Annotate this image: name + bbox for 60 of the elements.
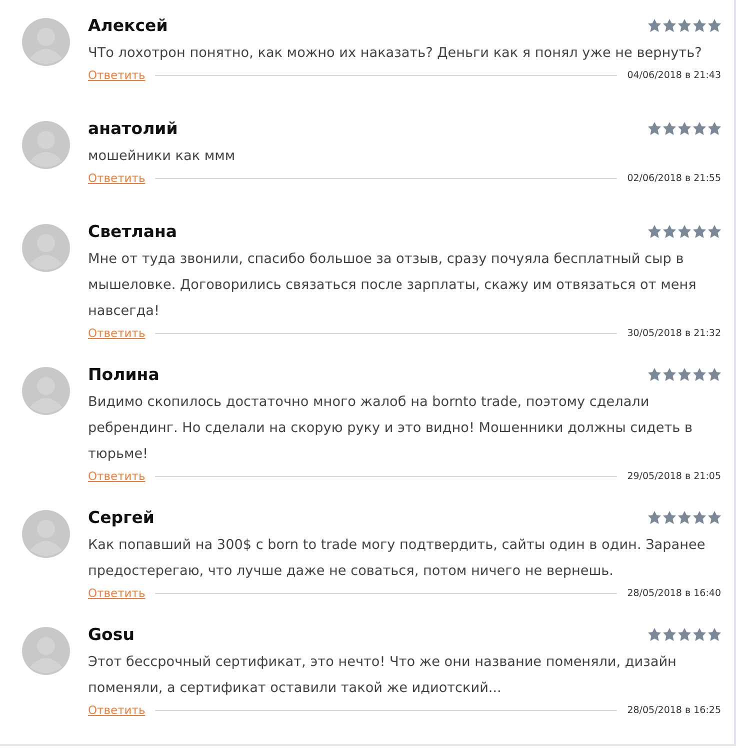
comment-date: 04/06/2018 в 21:43: [627, 70, 721, 80]
star-icon: [708, 18, 721, 32]
star-icon: [663, 368, 676, 380]
comment-date: 02/06/2018 в 21:55: [627, 172, 721, 184]
star-icon: [693, 510, 706, 524]
star-icon: [678, 122, 691, 134]
star-icon: [663, 224, 676, 238]
star-icon: [678, 510, 691, 524]
reply-link[interactable]: Ответить: [88, 469, 146, 483]
star-icon: [693, 368, 706, 380]
author-name: Полина: [88, 364, 160, 384]
author-name: Сергей: [88, 508, 154, 526]
comment-date: 28/05/2018 в 16:40: [627, 588, 721, 598]
star-icon: [663, 18, 676, 32]
star-icon: [678, 628, 691, 640]
reply-link[interactable]: Ответить: [88, 586, 146, 600]
avatar-icon: [22, 367, 70, 415]
star-icon: [663, 122, 676, 134]
star-icon: [663, 628, 676, 640]
comment-date: 30/05/2018 в 21:32: [627, 328, 721, 338]
star-icon: [678, 18, 691, 32]
star-icon: [648, 224, 661, 238]
comment-text: ЧТо лохотрон понятно, как можно их наказать? Деньги как я понял уже не вернуть?: [88, 44, 703, 63]
star-icon: [708, 510, 721, 524]
author-name: Светлана: [88, 222, 178, 240]
reply-link[interactable]: Ответить: [88, 326, 146, 340]
star-icon: [648, 368, 661, 380]
reply-link[interactable]: Ответить: [88, 171, 146, 185]
avatar-icon: [22, 121, 70, 169]
comment-text: Мне от туда звонили, спасибо большое за отзыв, сразу почуяла бесплатный сыр в мышеловке. Договорились связаться после зарплаты, скажу им отвязаться от меня навсегда!: [88, 250, 698, 321]
comment-text: Этот бессрочный сертификат, это нечто! Что же они название поменяли, дизайн поменяли, а сертификат оставили такой же идиотский...: [88, 653, 678, 698]
author-name: Алексей: [88, 16, 168, 34]
author-name: Gosu: [88, 624, 134, 644]
star-icon: [678, 368, 691, 380]
author-name: анатолий: [88, 118, 178, 138]
star-icon: [693, 628, 706, 640]
star-icon: [693, 122, 706, 134]
comment-text: Видимо скопилось достаточно много жалоб на bornto trade, поэтому сделали ребрендинг. Но сделали на скорую руку и это видно! Мошенники должны сидеть в тюрьме!: [88, 393, 694, 464]
comment-text: мошейники как ммм: [88, 147, 236, 166]
star-icon: [648, 628, 661, 640]
comment-date: 28/05/2018 в 16:25: [627, 704, 721, 716]
star-icon: [648, 122, 661, 134]
avatar-icon: [22, 510, 70, 558]
avatar-icon: [22, 627, 70, 675]
star-icon: [708, 368, 721, 380]
star-icon: [648, 18, 661, 32]
avatar-icon: [22, 224, 70, 272]
star-icon: [648, 510, 661, 524]
star-icon: [693, 18, 706, 32]
star-icon: [678, 224, 691, 238]
star-icon: [663, 510, 676, 524]
comment-date: 29/05/2018 в 21:05: [627, 470, 721, 482]
star-icon: [708, 628, 721, 640]
comment-text: Как попавший на 300$ с born to trade могу подтвердить, сайты один в один. Заранее предостерегаю, что лучше даже не соваться, потом ничего не вернешь.: [88, 536, 706, 581]
reply-link[interactable]: Ответить: [88, 68, 146, 82]
avatar-icon: [22, 18, 70, 66]
star-icon: [708, 122, 721, 134]
reply-link[interactable]: Ответить: [88, 703, 146, 717]
star-icon: [693, 224, 706, 238]
star-icon: [708, 224, 721, 238]
